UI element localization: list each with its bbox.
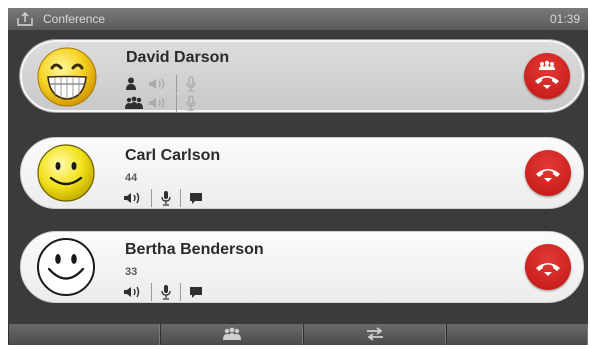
separator [151, 189, 152, 207]
participant-number: 44 [125, 172, 138, 184]
status-bar: Conference 01:39 [8, 8, 588, 30]
microphone-icon[interactable] [185, 76, 197, 92]
speaker-icon[interactable] [148, 76, 168, 92]
self-controls [124, 75, 197, 93]
participant-card[interactable]: David Darson [20, 40, 584, 112]
participant-card[interactable]: Bertha Benderson 33 [20, 231, 584, 303]
tab-participants[interactable] [160, 324, 303, 345]
participant-controls [123, 189, 203, 207]
conference-hangup-icon [535, 60, 559, 89]
separator [180, 189, 181, 207]
tab-empty-right [446, 324, 588, 345]
chat-icon[interactable] [189, 284, 203, 300]
outline-smiley-avatar [37, 238, 95, 296]
separator [176, 94, 177, 112]
participant-name: David Darson [126, 49, 230, 66]
participant-controls [123, 283, 203, 301]
group-icon [222, 327, 241, 340]
share-icon [17, 12, 33, 26]
hangup-icon [536, 169, 560, 182]
speaker-icon[interactable] [123, 284, 143, 300]
person-icon [126, 77, 136, 90]
separator [176, 75, 177, 93]
microphone-icon[interactable] [185, 95, 197, 111]
microphone-icon[interactable] [160, 190, 172, 206]
status-time: 01:39 [549, 12, 580, 26]
transfer-icon [366, 327, 383, 341]
participant-card[interactable]: Carl Carlson 44 [20, 137, 584, 209]
end-conference-button[interactable] [524, 53, 570, 99]
chat-icon[interactable] [189, 190, 203, 206]
group-icon [125, 96, 143, 109]
bottom-toolbar [8, 324, 588, 345]
yellow-smiley-avatar [37, 144, 95, 202]
participant-name: Carl Carlson [125, 147, 221, 164]
conference-screen: Conference 01:39 David Darson Carl Carls… [8, 8, 588, 345]
tab-transfer[interactable] [303, 324, 446, 345]
hangup-icon [536, 263, 560, 276]
separator [151, 283, 152, 301]
group-controls [124, 94, 197, 112]
speaker-icon[interactable] [148, 95, 168, 111]
status-title: Conference [43, 12, 106, 26]
speaker-icon[interactable] [123, 190, 143, 206]
hangup-button[interactable] [525, 244, 571, 290]
participant-number: 33 [125, 266, 138, 278]
tab-empty-left [8, 324, 160, 345]
grinning-smiley-avatar [37, 47, 97, 107]
microphone-icon[interactable] [160, 284, 172, 300]
hangup-button[interactable] [525, 150, 571, 196]
participant-name: Bertha Benderson [125, 241, 264, 258]
separator [180, 283, 181, 301]
